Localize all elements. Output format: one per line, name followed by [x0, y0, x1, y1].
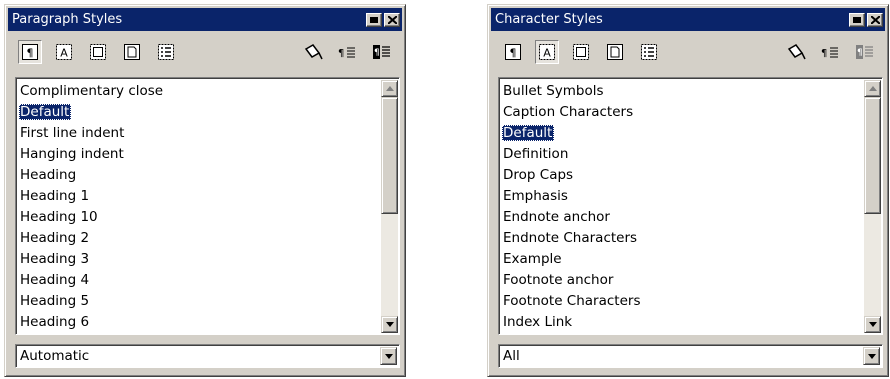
- numbering-styles-icon[interactable]: [637, 40, 661, 64]
- list-item[interactable]: Footnote Characters: [503, 291, 862, 312]
- close-button[interactable]: [867, 12, 883, 27]
- arrow-down-icon: [868, 322, 877, 327]
- page-styles-icon[interactable]: [603, 40, 627, 64]
- paragraph-styles-window: Paragraph Styles ¶ A ¶ ¶ Complimentary c…: [4, 4, 406, 377]
- list-item[interactable]: Heading 2: [20, 228, 379, 249]
- list-item-selected[interactable]: Default: [19, 102, 379, 123]
- character-styles-icon[interactable]: A: [52, 40, 76, 64]
- style-toolbar: ¶ A ¶ ¶: [491, 35, 885, 73]
- style-filter-dropdown[interactable]: All: [498, 344, 883, 368]
- character-styles-window: Character Styles ¶ A ¶ ¶ Bullet Symbols …: [487, 4, 889, 377]
- svg-text:¶: ¶: [27, 47, 34, 60]
- frame-styles-icon[interactable]: [86, 40, 110, 64]
- new-style-from-selection-icon[interactable]: ¶: [336, 40, 360, 64]
- minimize-button[interactable]: [849, 12, 865, 27]
- fill-format-mode-icon[interactable]: [302, 40, 326, 64]
- minimize-button[interactable]: [366, 12, 382, 27]
- svg-text:A: A: [543, 47, 551, 60]
- scroll-up-button[interactable]: [381, 80, 398, 97]
- list-item[interactable]: Heading: [20, 165, 379, 186]
- new-style-from-selection-icon[interactable]: ¶: [819, 40, 843, 64]
- update-style-icon[interactable]: ¶: [853, 40, 877, 64]
- list-item[interactable]: Heading 6: [20, 312, 379, 333]
- dropdown-button[interactable]: [380, 347, 397, 365]
- scroll-down-button[interactable]: [864, 316, 881, 333]
- numbering-styles-icon[interactable]: [154, 40, 178, 64]
- svg-text:¶: ¶: [374, 48, 380, 58]
- style-filter-value: Automatic: [20, 348, 90, 364]
- scrollbar-thumb[interactable]: [864, 97, 881, 214]
- character-styles-icon[interactable]: A: [535, 40, 559, 64]
- list-item[interactable]: Heading 1: [20, 186, 379, 207]
- list-item[interactable]: Heading 10: [20, 207, 379, 228]
- svg-text:A: A: [60, 47, 68, 60]
- paragraph-styles-icon[interactable]: ¶: [501, 40, 525, 64]
- chevron-down-icon: [867, 353, 876, 359]
- list-item[interactable]: Heading 4: [20, 270, 379, 291]
- close-button[interactable]: [384, 12, 400, 27]
- paragraph-styles-icon[interactable]: ¶: [18, 40, 42, 64]
- list-item[interactable]: First line indent: [20, 123, 379, 144]
- vertical-scrollbar[interactable]: [381, 80, 398, 333]
- svg-text:¶: ¶: [821, 48, 827, 59]
- svg-text:¶: ¶: [338, 48, 344, 59]
- arrow-up-icon: [385, 86, 394, 91]
- list-item[interactable]: Caption Characters: [503, 102, 862, 123]
- list-item[interactable]: Endnote anchor: [503, 207, 862, 228]
- list-item[interactable]: Complimentary close: [20, 81, 379, 102]
- svg-text:¶: ¶: [510, 47, 517, 60]
- list-item[interactable]: Bullet Symbols: [503, 81, 862, 102]
- style-filter-dropdown[interactable]: Automatic: [15, 344, 400, 368]
- fill-format-mode-icon[interactable]: [785, 40, 809, 64]
- chevron-down-icon: [384, 353, 393, 359]
- page-styles-icon[interactable]: [120, 40, 144, 64]
- scroll-down-button[interactable]: [381, 316, 398, 333]
- list-item-selected[interactable]: Default: [502, 123, 862, 144]
- list-item[interactable]: Endnote Characters: [503, 228, 862, 249]
- style-list[interactable]: Bullet Symbols Caption Characters Defaul…: [498, 77, 883, 335]
- arrow-down-icon: [385, 322, 394, 327]
- list-item[interactable]: Emphasis: [503, 186, 862, 207]
- list-item[interactable]: Heading 3: [20, 249, 379, 270]
- scrollbar-thumb[interactable]: [381, 97, 398, 214]
- scroll-up-button[interactable]: [864, 80, 881, 97]
- titlebar[interactable]: Paragraph Styles: [8, 8, 402, 31]
- frame-styles-icon[interactable]: [569, 40, 593, 64]
- svg-text:¶: ¶: [857, 48, 863, 58]
- window-title: Character Styles: [495, 12, 603, 27]
- list-item[interactable]: Footnote anchor: [503, 270, 862, 291]
- list-item[interactable]: Definition: [503, 144, 862, 165]
- window-title: Paragraph Styles: [12, 12, 123, 27]
- list-item[interactable]: Drop Caps: [503, 165, 862, 186]
- dropdown-button[interactable]: [863, 347, 880, 365]
- style-list[interactable]: Complimentary close Default First line i…: [15, 77, 400, 335]
- list-item[interactable]: Example: [503, 249, 862, 270]
- list-item[interactable]: Hanging indent: [20, 144, 379, 165]
- titlebar[interactable]: Character Styles: [491, 8, 885, 31]
- list-item[interactable]: Heading 5: [20, 291, 379, 312]
- style-filter-value: All: [503, 348, 520, 364]
- arrow-up-icon: [868, 86, 877, 91]
- update-style-icon[interactable]: ¶: [370, 40, 394, 64]
- list-item[interactable]: Index Link: [503, 312, 862, 333]
- style-toolbar: ¶ A ¶ ¶: [8, 35, 402, 73]
- vertical-scrollbar[interactable]: [864, 80, 881, 333]
